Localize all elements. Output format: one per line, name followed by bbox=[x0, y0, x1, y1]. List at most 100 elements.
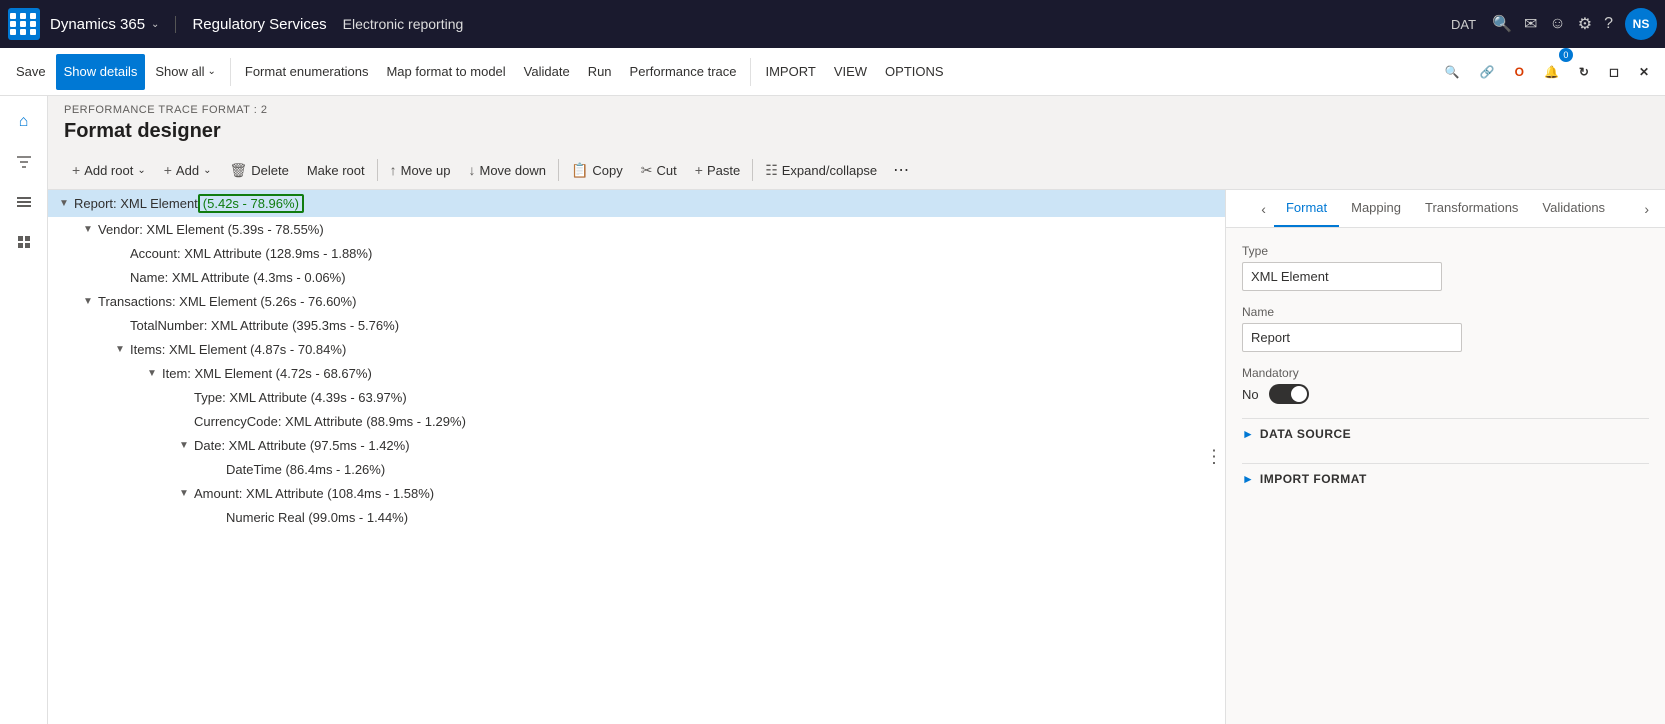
ribbon-search-icon: 🔍 bbox=[1445, 65, 1460, 79]
right-panel-content: Type XML Element Name Mandatory No bbox=[1226, 228, 1665, 510]
sidebar-item-filter[interactable] bbox=[6, 144, 42, 180]
tab-validations[interactable]: Validations bbox=[1530, 190, 1617, 227]
refresh-button[interactable]: ↻ bbox=[1571, 54, 1597, 90]
add-button[interactable]: + Add ⌄ bbox=[156, 155, 220, 185]
chat-icon[interactable]: ✉ bbox=[1524, 14, 1537, 34]
close-icon: ✕ bbox=[1639, 65, 1649, 79]
tree-item-transactions[interactable]: ▼ Transactions: XML Element (5.26s - 76.… bbox=[48, 289, 1225, 313]
tab-transformations[interactable]: Transformations bbox=[1413, 190, 1530, 227]
close-button[interactable]: ✕ bbox=[1631, 54, 1657, 90]
tree-panel: ▼ Report: XML Element (5.42s - 78.96%) ▼… bbox=[48, 190, 1225, 724]
move-down-icon: ↓ bbox=[469, 162, 476, 178]
tree-toggle-icon[interactable]: ▼ bbox=[56, 196, 72, 212]
tree-item-date[interactable]: ▼ Date: XML Attribute (97.5ms - 1.42%) bbox=[48, 433, 1225, 457]
help-icon[interactable]: ? bbox=[1604, 15, 1613, 33]
tree-item-currencycode[interactable]: CurrencyCode: XML Attribute (88.9ms - 1.… bbox=[48, 409, 1225, 433]
settings-icon[interactable]: ⚙ bbox=[1578, 14, 1592, 34]
paste-button[interactable]: + Paste bbox=[687, 155, 748, 185]
tree-item-name[interactable]: Name: XML Attribute (4.3ms - 0.06%) bbox=[48, 265, 1225, 289]
page-title: Format designer bbox=[48, 118, 1665, 151]
tab-format[interactable]: Format bbox=[1274, 190, 1339, 227]
tree-toggle-placeholder4 bbox=[176, 389, 192, 405]
tree-toggle-icon4[interactable]: ▼ bbox=[112, 341, 128, 357]
tree-item-account[interactable]: Account: XML Attribute (128.9ms - 1.88%) bbox=[48, 241, 1225, 265]
mandatory-toggle-row: No bbox=[1242, 384, 1649, 404]
data-source-section[interactable]: ► DATA SOURCE bbox=[1242, 418, 1649, 449]
search-icon[interactable]: 🔍 bbox=[1492, 14, 1512, 34]
ribbon-search-button[interactable]: 🔍 bbox=[1437, 54, 1468, 90]
move-up-button[interactable]: ↑ Move up bbox=[382, 155, 459, 185]
import-button[interactable]: IMPORT bbox=[757, 54, 823, 90]
office-button[interactable]: O bbox=[1507, 54, 1532, 90]
sidebar-item-list[interactable] bbox=[6, 184, 42, 220]
run-button[interactable]: Run bbox=[580, 54, 620, 90]
add-root-button[interactable]: + Add root ⌄ bbox=[64, 155, 154, 185]
tree-toggle-icon7[interactable]: ▼ bbox=[176, 485, 192, 501]
save-button[interactable]: Save bbox=[8, 54, 54, 90]
sidebar-item-recent[interactable] bbox=[6, 224, 42, 260]
tree-toggle-placeholder7 bbox=[208, 509, 224, 525]
delete-button[interactable]: 🗑 Delete bbox=[221, 155, 296, 185]
link-button[interactable]: 🔗 bbox=[1472, 54, 1503, 90]
tree-item-items[interactable]: ▼ Items: XML Element (4.87s - 70.84%) bbox=[48, 337, 1225, 361]
tree-toggle-icon3[interactable]: ▼ bbox=[80, 293, 96, 309]
tab-left-arrow[interactable]: ‹ bbox=[1253, 193, 1274, 225]
tree-item-amount[interactable]: ▼ Amount: XML Attribute (108.4ms - 1.58%… bbox=[48, 481, 1225, 505]
performance-trace-button[interactable]: Performance trace bbox=[622, 54, 745, 90]
tab-mapping[interactable]: Mapping bbox=[1339, 190, 1413, 227]
ribbon-bar: Save Show details Show all ⌄ Format enum… bbox=[0, 48, 1665, 96]
tree-item-type[interactable]: Type: XML Attribute (4.39s - 63.97%) bbox=[48, 385, 1225, 409]
name-input[interactable] bbox=[1242, 323, 1462, 352]
right-panel: ‹ Format Mapping Transformations Validat… bbox=[1225, 190, 1665, 724]
tree-toggle-icon5[interactable]: ▼ bbox=[144, 365, 160, 381]
maximize-button[interactable]: ◻ bbox=[1601, 54, 1627, 90]
panel-resize-handle[interactable]: ⋮ bbox=[1205, 447, 1223, 468]
tree-item-vendor[interactable]: ▼ Vendor: XML Element (5.39s - 78.55%) bbox=[48, 217, 1225, 241]
cut-button[interactable]: ✂ Cut bbox=[633, 155, 685, 185]
tree-toggle-icon[interactable]: ▼ bbox=[80, 221, 96, 237]
tab-right-arrow[interactable]: › bbox=[1636, 193, 1657, 225]
map-format-button[interactable]: Map format to model bbox=[378, 54, 513, 90]
toolbar-separator2 bbox=[558, 159, 559, 181]
separator2 bbox=[750, 58, 751, 86]
tree-item-item[interactable]: ▼ Item: XML Element (4.72s - 68.67%) bbox=[48, 361, 1225, 385]
split-pane: ▼ Report: XML Element (5.42s - 78.96%) ▼… bbox=[48, 190, 1665, 724]
cut-icon: ✂ bbox=[641, 162, 653, 179]
mandatory-toggle-label: No bbox=[1242, 387, 1259, 402]
separator bbox=[230, 58, 231, 86]
tree-item-numericreal[interactable]: Numeric Real (99.0ms - 1.44%) bbox=[48, 505, 1225, 529]
format-enumerations-button[interactable]: Format enumerations bbox=[237, 54, 377, 90]
options-button[interactable]: OPTIONS bbox=[877, 54, 952, 90]
import-format-arrow-icon: ► bbox=[1242, 472, 1254, 486]
app-launcher-icon[interactable] bbox=[8, 8, 40, 40]
environment-badge: DAT bbox=[1451, 17, 1476, 32]
toolbar-separator3 bbox=[752, 159, 753, 181]
move-down-button[interactable]: ↓ Move down bbox=[461, 155, 554, 185]
tree-toggle-icon6[interactable]: ▼ bbox=[176, 437, 192, 453]
make-root-button[interactable]: Make root bbox=[299, 155, 373, 185]
mandatory-toggle-switch[interactable] bbox=[1269, 384, 1309, 404]
top-navigation: Dynamics 365 ⌄ Regulatory Services Elect… bbox=[0, 0, 1665, 48]
copy-button[interactable]: 📋 Copy bbox=[563, 155, 631, 185]
type-label: Type bbox=[1242, 244, 1649, 258]
type-value: XML Element bbox=[1242, 262, 1442, 291]
tree-toggle-placeholder bbox=[112, 245, 128, 261]
show-details-button[interactable]: Show details bbox=[56, 54, 146, 90]
validate-button[interactable]: Validate bbox=[516, 54, 578, 90]
tree-item-report[interactable]: ▼ Report: XML Element (5.42s - 78.96%) bbox=[48, 190, 1225, 217]
show-all-button[interactable]: Show all ⌄ bbox=[147, 54, 224, 90]
tree-item-totalnumber[interactable]: TotalNumber: XML Attribute (395.3ms - 5.… bbox=[48, 313, 1225, 337]
app-dropdown-icon[interactable]: ⌄ bbox=[151, 19, 159, 30]
user-avatar[interactable]: NS bbox=[1625, 8, 1657, 40]
expand-collapse-button[interactable]: ☷ Expand/collapse bbox=[757, 155, 885, 185]
more-button[interactable]: ⋯ bbox=[887, 155, 915, 185]
user-circle-icon[interactable]: ☺ bbox=[1549, 15, 1565, 33]
import-format-section[interactable]: ► IMPORT FORMAT bbox=[1242, 463, 1649, 494]
type-field-group: Type XML Element bbox=[1242, 244, 1649, 291]
add-chevron-icon: ⌄ bbox=[203, 165, 211, 176]
paste-icon: + bbox=[695, 162, 703, 178]
tree-item-datetime[interactable]: DateTime (86.4ms - 1.26%) bbox=[48, 457, 1225, 481]
view-button[interactable]: VIEW bbox=[826, 54, 875, 90]
sidebar-item-home[interactable]: ⌂ bbox=[6, 104, 42, 140]
notification-badge: 🔔 0 bbox=[1536, 54, 1567, 90]
